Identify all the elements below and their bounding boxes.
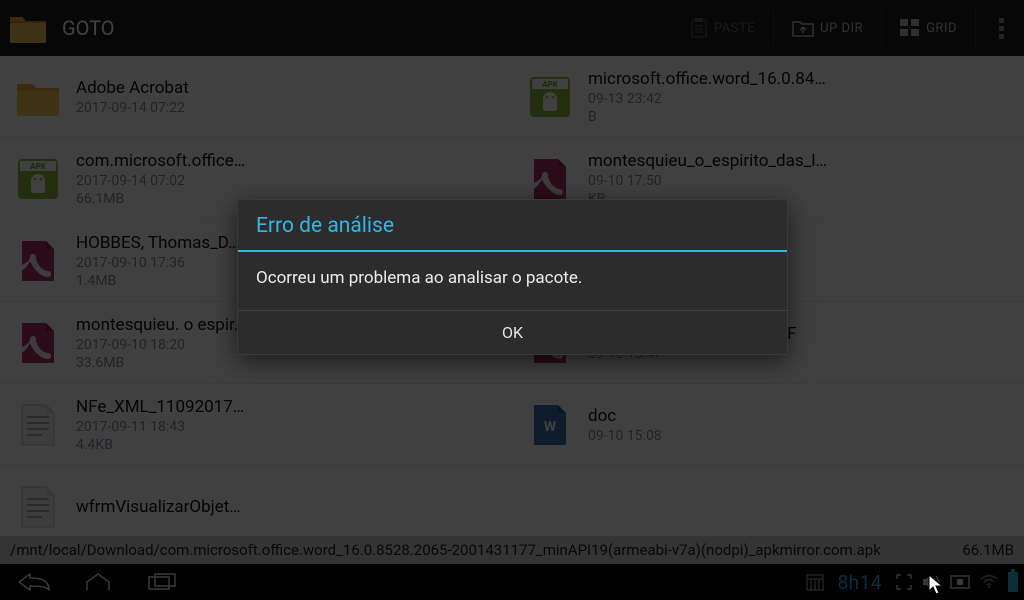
dialog-message: Ocorreu um problema ao analisar o pacote… — [238, 252, 787, 310]
dialog-ok-button[interactable]: OK — [238, 311, 787, 354]
error-dialog: Erro de análise Ocorreu um problema ao a… — [237, 199, 788, 355]
dialog-title: Erro de análise — [238, 200, 787, 250]
